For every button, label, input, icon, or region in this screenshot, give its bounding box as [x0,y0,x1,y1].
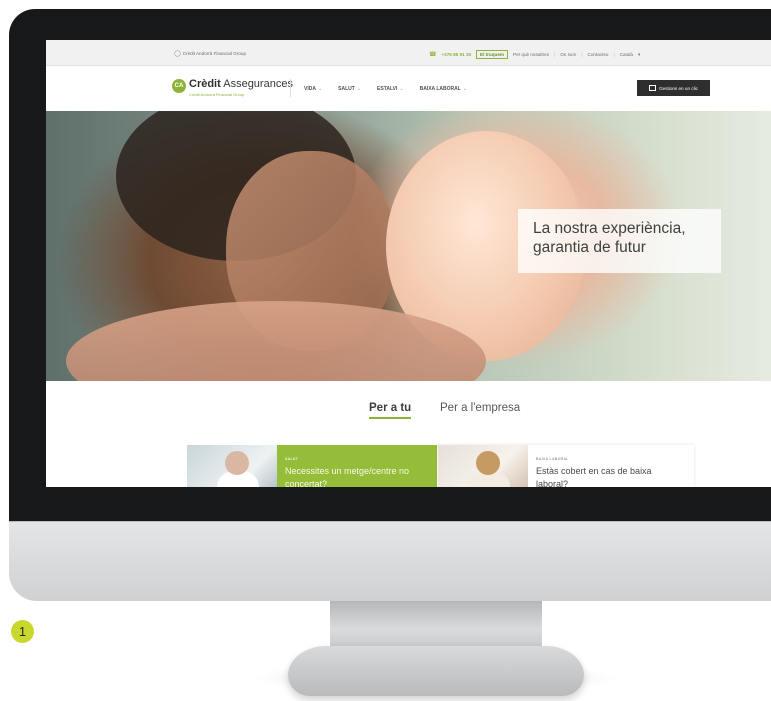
monitor-chin [9,521,771,601]
brand-name-bold: Crèdit [189,78,221,90]
hero-banner: La nostra experiència, garantia de futur [46,111,771,381]
brand-name-rest: Assegurances [223,78,293,90]
nav-item-estalvi[interactable]: ESTALVI ⌄ [377,86,404,92]
utility-link-where[interactable]: On som [560,52,576,57]
nav-item-salut[interactable]: SALUT ⌄ [338,86,361,92]
group-link[interactable]: ◯ Crèdit Andorrà Financial Group [174,50,246,57]
doctor-head [225,451,249,475]
hero-caption-line-1: La nostra experiència, [533,220,686,237]
separator: | [581,52,583,57]
chevron-down-icon: ▾ [637,51,641,57]
phone-number[interactable]: +376 88 91 19 [441,52,471,57]
tab-per-a-tu[interactable]: Per a tu [369,402,412,419]
audience-tabs: Per a tu Per a l'empresa [46,402,771,432]
monitor-stand-base [288,646,584,696]
utility-links: ☎ +376 88 91 19 El truquem Per què nosal… [429,50,640,59]
woman-head [476,451,500,475]
window-icon [649,85,657,91]
chevron-down-icon: ⌄ [399,86,404,92]
group-name[interactable]: Crèdit Andorrà Financial Group [183,51,246,56]
utility-link-why-us[interactable]: Per què nosaltres [513,52,549,57]
separator: | [554,52,556,57]
top-utility-bar: ◯ Crèdit Andorrà Financial Group ☎ +376 … [46,40,771,66]
language-selector[interactable]: Català [620,52,633,57]
nav-item-baixa-laboral[interactable]: BAIXA LABORAL ⌄ [420,86,467,92]
utility-link-contact[interactable]: Contacteu [588,52,609,57]
hero-caption: La nostra experiència, garantia de futur [518,209,721,273]
quick-actions-button[interactable]: Gestions en un clic [637,80,710,96]
chevron-down-icon: ⌄ [356,86,362,92]
brand-logo[interactable]: Crèdit Assegurances [189,78,293,90]
brand-subtitle: Crèdit Andorrà Financial Group [189,92,245,97]
website-screen: ◯ Crèdit Andorrà Financial Group ☎ +376 … [46,40,771,487]
nav-menu: VIDA ⌄ SALUT ⌄ ESTALVI ⌄ BAIXA LABORAL ⌄ [304,86,467,92]
card-baixa-laboral[interactable]: BAIXA LABORAL Estàs cobert en cas de bai… [438,445,694,487]
hero-caption-line-2: garantia de futur [533,239,646,256]
chevron-down-icon: ⌄ [462,86,468,92]
card-image-woman-phone [438,445,528,487]
phone-icon: ☎ [429,52,437,58]
figure-number-badge: 1 [11,620,34,643]
monitor-stand-neck [330,601,542,649]
card-title: Necessites un metge/centre no concertat? [285,466,410,487]
separator: | [613,52,615,57]
quick-actions-label: Gestions en un clic [659,85,698,91]
main-navigation: CA Crèdit Assegurances Crèdit Andorrà Fi… [46,67,771,111]
card-image-doctor [187,445,277,487]
globe-icon: ◯ [174,51,181,57]
logo-mark[interactable]: CA [172,79,186,93]
nav-item-vida[interactable]: VIDA ⌄ [304,86,322,92]
card-salut[interactable]: SALUT Necessites un metge/centre no conc… [187,445,437,487]
chevron-down-icon: ⌄ [317,86,323,92]
card-tag: SALUT [285,457,299,461]
call-me-button[interactable]: El truquem [476,50,508,59]
card-tag: BAIXA LABORAL [536,457,569,461]
card-title: Estàs cobert en cas de baixa laboral? [536,466,652,487]
tab-per-a-empresa[interactable]: Per a l'empresa [440,402,520,414]
nav-divider [290,79,291,97]
